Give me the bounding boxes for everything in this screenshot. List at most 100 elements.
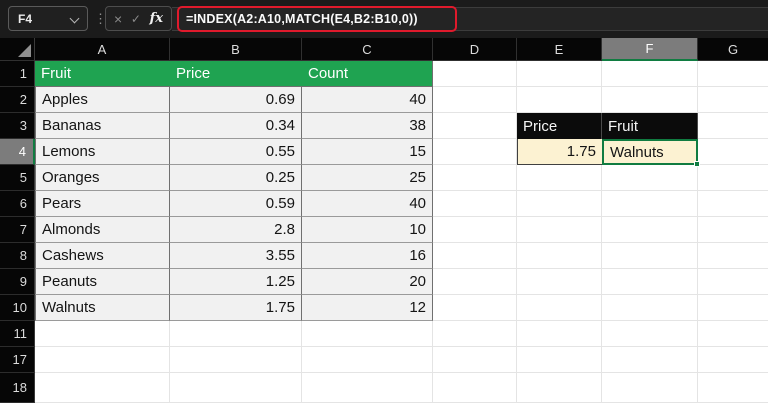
- cell-F9[interactable]: [602, 269, 698, 295]
- cell-D10[interactable]: [433, 295, 517, 321]
- row-header-18[interactable]: 18: [0, 373, 35, 403]
- enter-icon[interactable]: ✓: [131, 13, 141, 25]
- cell-C1[interactable]: Count: [302, 61, 433, 87]
- cell-F2[interactable]: [602, 87, 698, 113]
- column-header-D[interactable]: D: [433, 38, 517, 61]
- row-header-10[interactable]: 10: [0, 295, 35, 321]
- cell-C5[interactable]: 25: [302, 165, 433, 191]
- row-header-1[interactable]: 1: [0, 61, 35, 87]
- cell-E8[interactable]: [517, 243, 602, 269]
- cell-A6[interactable]: Pears: [35, 191, 170, 217]
- cell-D9[interactable]: [433, 269, 517, 295]
- name-box[interactable]: F4: [8, 6, 88, 31]
- cell-G2[interactable]: [698, 87, 768, 113]
- cell-C6[interactable]: 40: [302, 191, 433, 217]
- cell-D18[interactable]: [433, 373, 517, 403]
- cell-G5[interactable]: [698, 165, 768, 191]
- insert-function-icon[interactable]: fx: [150, 11, 163, 26]
- cell-B11[interactable]: [170, 321, 302, 347]
- cell-A18[interactable]: [35, 373, 170, 403]
- cell-C17[interactable]: [302, 347, 433, 373]
- cell-G11[interactable]: [698, 321, 768, 347]
- cell-F1[interactable]: [602, 61, 698, 87]
- cell-A5[interactable]: Oranges: [35, 165, 170, 191]
- cell-E9[interactable]: [517, 269, 602, 295]
- row-header-6[interactable]: 6: [0, 191, 35, 217]
- row-header-4[interactable]: 4: [0, 139, 35, 165]
- cell-C8[interactable]: 16: [302, 243, 433, 269]
- cell-A11[interactable]: [35, 321, 170, 347]
- cell-C3[interactable]: 38: [302, 113, 433, 139]
- cell-G18[interactable]: [698, 373, 768, 403]
- cell-A2[interactable]: Apples: [35, 87, 170, 113]
- cell-F3[interactable]: Fruit: [602, 113, 698, 139]
- cell-E17[interactable]: [517, 347, 602, 373]
- cell-F6[interactable]: [602, 191, 698, 217]
- cell-A7[interactable]: Almonds: [35, 217, 170, 243]
- cell-E1[interactable]: [517, 61, 602, 87]
- cell-A4[interactable]: Lemons: [35, 139, 170, 165]
- cell-D2[interactable]: [433, 87, 517, 113]
- cell-E7[interactable]: [517, 217, 602, 243]
- cell-G6[interactable]: [698, 191, 768, 217]
- cell-A9[interactable]: Peanuts: [35, 269, 170, 295]
- cell-B9[interactable]: 1.25: [170, 269, 302, 295]
- cell-B4[interactable]: 0.55: [170, 139, 302, 165]
- cell-C18[interactable]: [302, 373, 433, 403]
- cell-D4[interactable]: [433, 139, 517, 165]
- cell-A10[interactable]: Walnuts: [35, 295, 170, 321]
- cell-B3[interactable]: 0.34: [170, 113, 302, 139]
- row-header-11[interactable]: 11: [0, 321, 35, 347]
- column-header-A[interactable]: A: [35, 38, 170, 61]
- cell-C9[interactable]: 20: [302, 269, 433, 295]
- cell-D8[interactable]: [433, 243, 517, 269]
- cell-E6[interactable]: [517, 191, 602, 217]
- cancel-icon[interactable]: ×: [114, 12, 122, 26]
- cell-D6[interactable]: [433, 191, 517, 217]
- cell-G7[interactable]: [698, 217, 768, 243]
- row-header-3[interactable]: 3: [0, 113, 35, 139]
- cell-G1[interactable]: [698, 61, 768, 87]
- cell-D3[interactable]: [433, 113, 517, 139]
- cell-F7[interactable]: [602, 217, 698, 243]
- cell-D7[interactable]: [433, 217, 517, 243]
- column-header-G[interactable]: G: [698, 38, 768, 61]
- cell-C4[interactable]: 15: [302, 139, 433, 165]
- cell-B17[interactable]: [170, 347, 302, 373]
- cell-G10[interactable]: [698, 295, 768, 321]
- cell-A8[interactable]: Cashews: [35, 243, 170, 269]
- cell-G8[interactable]: [698, 243, 768, 269]
- cell-F11[interactable]: [602, 321, 698, 347]
- chevron-down-icon[interactable]: [69, 13, 80, 24]
- cell-G17[interactable]: [698, 347, 768, 373]
- cell-D5[interactable]: [433, 165, 517, 191]
- cell-A3[interactable]: Bananas: [35, 113, 170, 139]
- row-header-7[interactable]: 7: [0, 217, 35, 243]
- cell-F17[interactable]: [602, 347, 698, 373]
- cell-C11[interactable]: [302, 321, 433, 347]
- row-header-2[interactable]: 2: [0, 87, 35, 113]
- cell-B8[interactable]: 3.55: [170, 243, 302, 269]
- cell-B10[interactable]: 1.75: [170, 295, 302, 321]
- cell-D11[interactable]: [433, 321, 517, 347]
- cell-C7[interactable]: 10: [302, 217, 433, 243]
- cell-G4[interactable]: [698, 139, 768, 165]
- cell-G3[interactable]: [698, 113, 768, 139]
- cell-B18[interactable]: [170, 373, 302, 403]
- cell-F8[interactable]: [602, 243, 698, 269]
- cell-C2[interactable]: 40: [302, 87, 433, 113]
- cell-E10[interactable]: [517, 295, 602, 321]
- cell-E5[interactable]: [517, 165, 602, 191]
- column-header-E[interactable]: E: [517, 38, 602, 61]
- cell-B6[interactable]: 0.59: [170, 191, 302, 217]
- column-header-B[interactable]: B: [170, 38, 302, 61]
- row-header-5[interactable]: 5: [0, 165, 35, 191]
- cell-E3[interactable]: Price: [517, 113, 602, 139]
- row-header-9[interactable]: 9: [0, 269, 35, 295]
- cell-E2[interactable]: [517, 87, 602, 113]
- cell-B1[interactable]: Price: [170, 61, 302, 87]
- cell-D17[interactable]: [433, 347, 517, 373]
- cell-D1[interactable]: [433, 61, 517, 87]
- column-header-C[interactable]: C: [302, 38, 433, 61]
- cell-B2[interactable]: 0.69: [170, 87, 302, 113]
